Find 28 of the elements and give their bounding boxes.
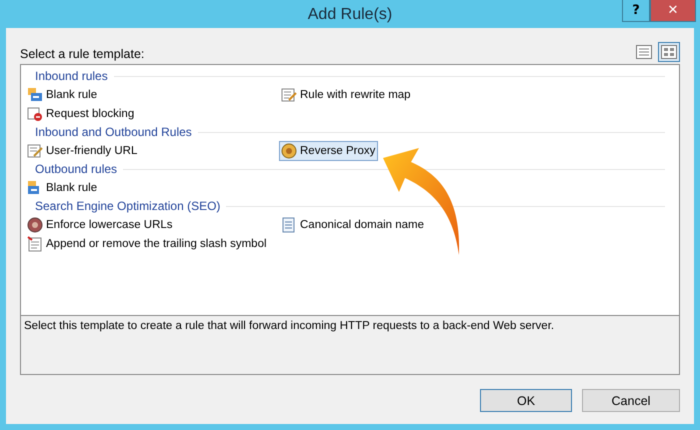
edit-page-icon	[27, 143, 43, 159]
cancel-button[interactable]: Cancel	[582, 389, 680, 412]
template-item[interactable]: Blank rule	[25, 178, 100, 198]
group-header: Inbound and Outbound Rules	[35, 125, 192, 139]
description-text: Select this template to create a rule that will forward incoming HTTP requests to a back-end Web server.	[24, 320, 554, 332]
template-item[interactable]: Reverse Proxy	[279, 141, 378, 161]
close-button[interactable]: ✕	[650, 0, 696, 22]
ok-button[interactable]: OK	[480, 389, 572, 412]
edit-page-icon	[281, 87, 297, 103]
template-item[interactable]: User-friendly URL	[25, 141, 140, 161]
template-item[interactable]: Rule with rewrite map	[279, 85, 414, 105]
details-view-button[interactable]	[633, 42, 655, 62]
template-item[interactable]: Enforce lowercase URLs	[25, 215, 176, 235]
blank-rule-icon	[27, 87, 43, 103]
prompt-label: Select a rule template:	[20, 47, 144, 61]
group-header: Outbound rules	[35, 162, 118, 176]
group-header: Inbound rules	[35, 69, 108, 83]
document-icon	[27, 236, 43, 252]
template-item[interactable]: Append or remove the trailing slash symbol	[25, 234, 270, 254]
template-item[interactable]: Blank rule	[25, 85, 100, 105]
group-header: Search Engine Optimization (SEO)	[35, 199, 220, 213]
help-button[interactable]: ?	[622, 0, 650, 22]
template-item[interactable]: Request blocking	[25, 104, 138, 124]
blocked-page-icon	[27, 106, 43, 122]
document-icon	[281, 217, 297, 233]
tiles-view-button[interactable]	[658, 42, 680, 62]
window-title: Add Rule(s)	[308, 5, 392, 24]
template-item[interactable]: Canonical domain name	[279, 215, 428, 235]
